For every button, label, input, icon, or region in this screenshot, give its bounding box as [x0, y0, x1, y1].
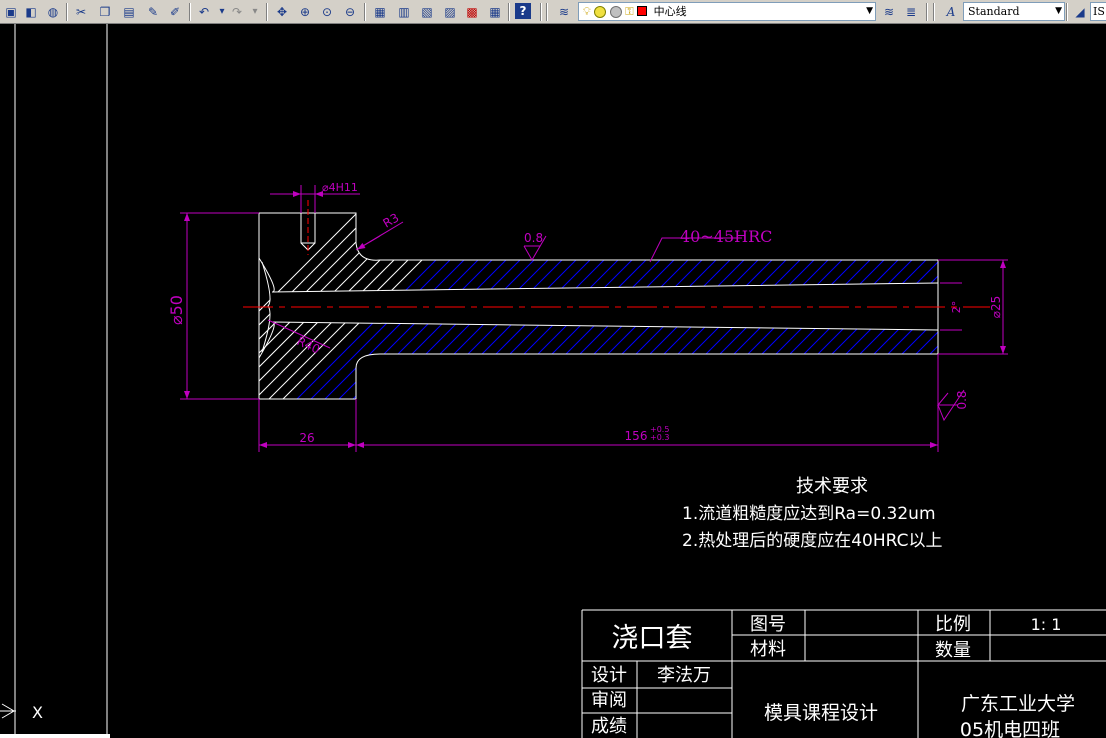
brush-icon[interactable]: ✐ — [166, 3, 184, 21]
layer-lock-icon[interactable]: ⚿ — [625, 5, 633, 18]
drawing-canvas[interactable]: ⌀4H11 R3 R40 ⌀50 ⌀25 2° 0.8 0.8 40~45HRC… — [0, 24, 1106, 738]
help-icon[interactable]: ? — [515, 3, 531, 19]
r3-dim-label: R3 — [381, 210, 402, 230]
chevron-down-icon[interactable]: ▼ — [866, 3, 873, 20]
hatch-line — [1102, 200, 1106, 420]
hatch-line — [1074, 200, 1106, 420]
redo-dropdown-icon[interactable]: ▾ — [246, 3, 264, 21]
zoom-previous-icon[interactable]: ⊖ — [341, 3, 359, 21]
properties-icon[interactable]: ▦ — [371, 3, 389, 21]
chevron-down-icon[interactable]: ▼ — [1055, 3, 1062, 20]
layer-color-swatch — [637, 6, 648, 16]
layer-on-icon[interactable]: 💡︎ — [583, 5, 591, 18]
toolbar-separator — [508, 3, 510, 21]
hatch-line — [1004, 200, 1106, 420]
ucs-x-label: X — [32, 703, 43, 722]
hatch-line — [919, 213, 938, 399]
open-icon[interactable]: ◧ — [22, 3, 40, 21]
toolbar-separator — [1066, 3, 1068, 21]
copy-icon[interactable]: ❐ — [96, 3, 114, 21]
pan-icon[interactable]: ✥ — [273, 3, 291, 21]
toolbar-grip — [546, 3, 548, 21]
layer-control-combo[interactable]: 💡︎ ⚿ 中心线 ▼ — [578, 2, 876, 21]
new-icon[interactable]: ▣ — [2, 3, 20, 21]
standard-toolbar: ▣ ◧ ◍ ✂ ❐ ▤ ✎ ✐ ↶ ▾ ↷ ▾ ✥ ⊕ ⊙ ⊖ ▦ ▥ ▧ ▨ … — [0, 0, 1106, 24]
toolbar-grip — [933, 3, 935, 21]
dim-style-name: IS — [1093, 5, 1105, 18]
hatch-line — [1032, 200, 1106, 420]
zoom-realtime-icon[interactable]: ⊕ — [296, 3, 314, 21]
zoom-window-icon[interactable]: ⊙ — [318, 3, 336, 21]
notes-title: 技术要求 — [796, 476, 868, 497]
hatch-line — [1088, 200, 1106, 420]
head-length-label: 26 — [299, 431, 314, 445]
layers-icon[interactable]: ≋ — [555, 3, 573, 21]
notes-line-1: 1.流道粗糙度应达到Ra=0.32um — [682, 504, 936, 524]
school-name: 广东工业大学 — [961, 693, 1075, 715]
cut-icon[interactable]: ✂ — [72, 3, 90, 21]
make-layer-current-icon[interactable]: ≋ — [880, 3, 898, 21]
part-name: 浇口套 — [612, 623, 693, 654]
design-center-icon[interactable]: ▥ — [395, 3, 413, 21]
review-label: 审阅 — [591, 690, 627, 711]
toolbar-separator — [189, 3, 191, 21]
roughness-top-label: 0.8 — [524, 231, 543, 245]
layer-name: 中心线 — [653, 5, 687, 18]
hatch-line — [962, 200, 1106, 420]
taper-angle-label: 2° — [950, 301, 963, 314]
globe-icon[interactable]: ◍ — [44, 3, 62, 21]
toolbar-separator — [926, 3, 928, 21]
head-diameter-label: ⌀50 — [167, 295, 186, 325]
toolbar-separator — [66, 3, 68, 21]
layer-previous-icon[interactable]: ≣ — [902, 3, 920, 21]
dim-style-combo[interactable]: IS — [1090, 2, 1106, 21]
drawing-no-label: 图号 — [750, 614, 786, 635]
hatch-line — [1018, 200, 1106, 420]
toolbar-separator — [364, 3, 366, 21]
ucs-axis-bar — [0, 734, 110, 738]
body-diameter-label: ⌀25 — [989, 296, 1003, 319]
scale-value: 1: 1 — [1031, 615, 1062, 634]
notes-line-2: 2.热处理后的硬度应在40HRC以上 — [682, 531, 942, 551]
calculator-icon[interactable]: ▦ — [486, 3, 504, 21]
class-name: 05机电四班 — [960, 719, 1060, 738]
hole-dim-label: ⌀4H11 — [322, 181, 358, 194]
material-label: 材料 — [750, 639, 786, 660]
quantity-label: 数量 — [935, 640, 971, 661]
markup-icon[interactable]: ▩ — [463, 3, 481, 21]
body-length-label: 156 — [625, 429, 648, 443]
dim-style-icon[interactable]: ◢ — [1071, 3, 1089, 21]
designer-name: 李法万 — [657, 665, 711, 686]
design-label: 设计 — [591, 665, 627, 686]
redo-icon[interactable]: ↷ — [228, 3, 246, 21]
text-style-combo[interactable]: Standard ▼ — [963, 2, 1065, 21]
sheet-set-icon[interactable]: ▨ — [441, 3, 459, 21]
hardness-label: 40~45HRC — [680, 227, 772, 246]
hatch-line — [948, 200, 1106, 420]
toolbar-separator — [540, 3, 542, 21]
project-name: 模具课程设计 — [764, 702, 878, 724]
hatch-line — [990, 200, 1106, 420]
tolerance-lower-label: +0.3 — [650, 433, 669, 442]
ucs-icon — [0, 703, 110, 738]
cad-window: ▣ ◧ ◍ ✂ ❐ ▤ ✎ ✐ ↶ ▾ ↷ ▾ ✥ ⊕ ⊙ ⊖ ▦ ▥ ▧ ▨ … — [0, 0, 1106, 738]
paste-icon[interactable]: ▤ — [120, 3, 138, 21]
text-style-name: Standard — [968, 5, 1020, 18]
text-style-icon[interactable]: A — [942, 3, 960, 21]
hatch-line — [1046, 200, 1106, 420]
undo-icon[interactable]: ↶ — [195, 3, 213, 21]
toolbar-separator — [266, 3, 268, 21]
scale-label: 比例 — [935, 614, 971, 635]
tool-palette-icon[interactable]: ▧ — [418, 3, 436, 21]
layer-viewport-icon[interactable] — [609, 6, 622, 18]
hatch-line — [1060, 200, 1106, 420]
r40-dim-label: R40 — [295, 334, 322, 357]
layer-freeze-icon[interactable] — [594, 6, 607, 18]
roughness-end-label: 0.8 — [955, 390, 969, 409]
grade-label: 成绩 — [591, 716, 627, 737]
match-properties-icon[interactable]: ✎ — [144, 3, 162, 21]
